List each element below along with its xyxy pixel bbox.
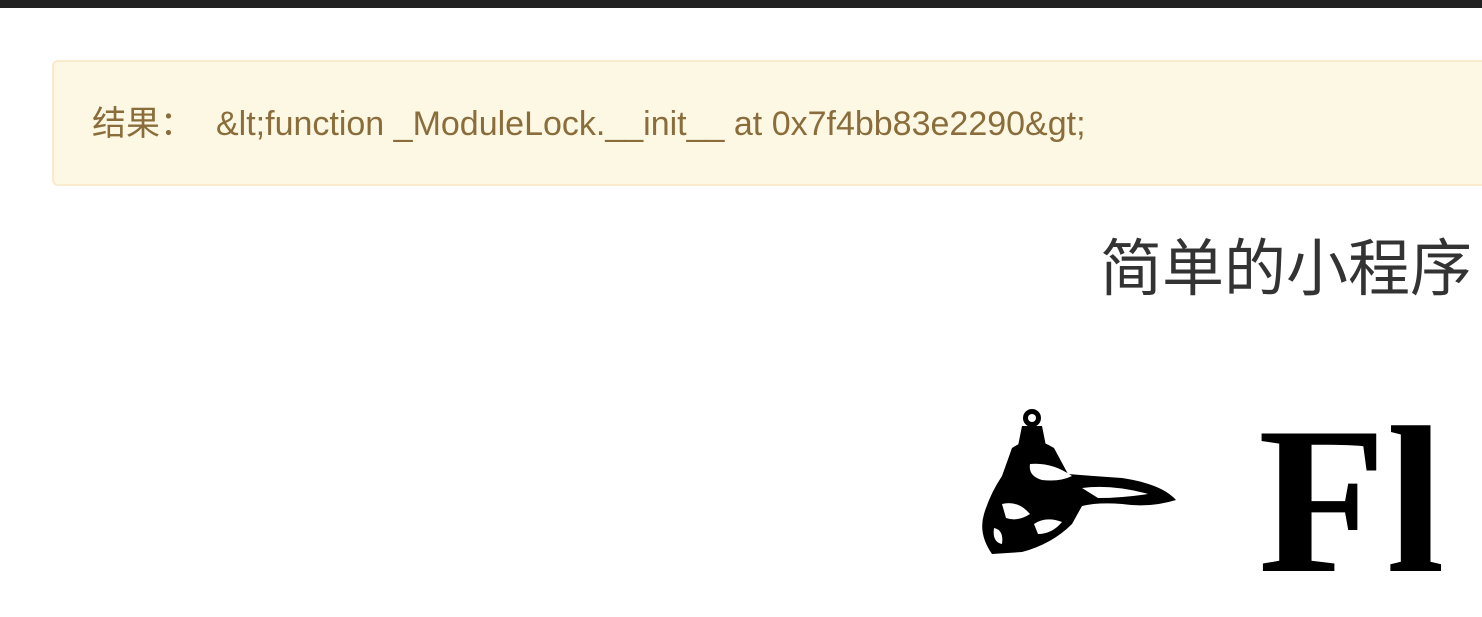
flask-icon: [982, 409, 1176, 554]
logo-text: Fl: [1258, 385, 1445, 617]
top-navbar: [0, 0, 1482, 8]
result-row: 结果： &lt;function _ModuleLock.__init__ at …: [92, 104, 1086, 144]
result-label: 结果：: [92, 105, 194, 143]
result-alert: 结果： &lt;function _ModuleLock.__init__ at …: [52, 60, 1482, 186]
result-value: &lt;function _ModuleLock.__init__ at 0x7…: [216, 105, 1086, 143]
page-title: 简单的小程序 -: [1100, 235, 1482, 304]
